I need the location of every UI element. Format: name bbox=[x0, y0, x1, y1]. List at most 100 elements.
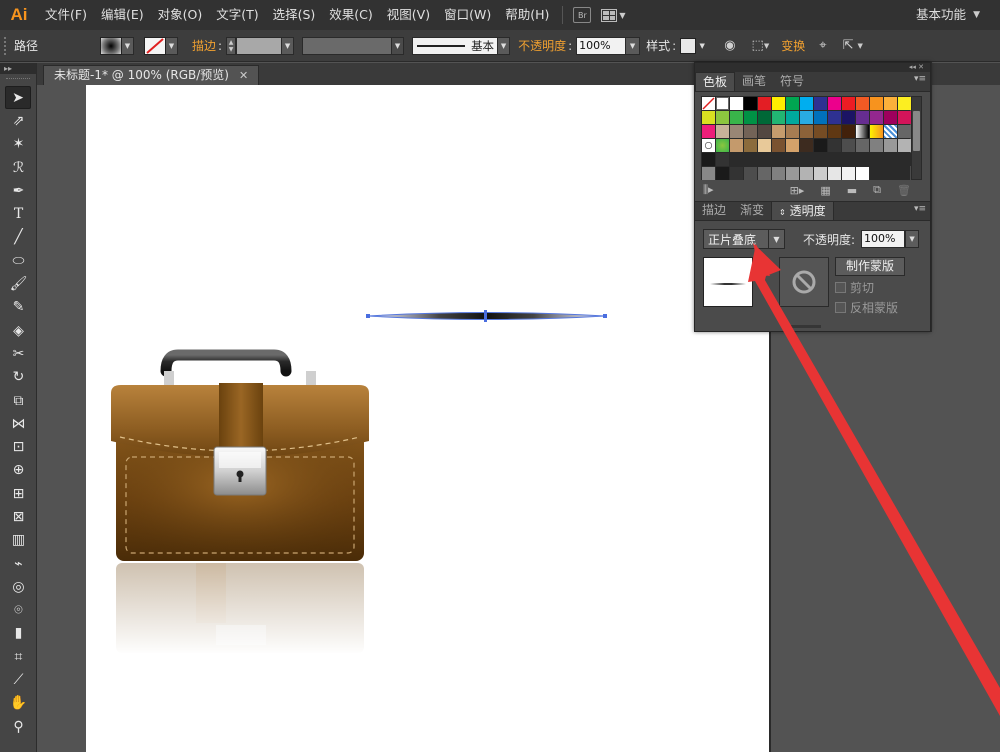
ellipse-tool-icon[interactable]: ⬭ bbox=[0, 249, 37, 272]
bridge-button[interactable]: Br bbox=[573, 7, 592, 23]
menu-type[interactable]: 文字(T) bbox=[209, 0, 265, 30]
type-tool-icon[interactable]: T bbox=[0, 202, 37, 225]
column-graph-tool-icon[interactable]: ▮ bbox=[0, 622, 37, 645]
tools-collapse-icon[interactable]: ▸▸ bbox=[0, 63, 36, 74]
menu-select[interactable]: 选择(S) bbox=[266, 0, 323, 30]
paintbrush-tool-icon[interactable]: 🖌 bbox=[0, 272, 37, 295]
hand-tool-icon[interactable]: ✋ bbox=[0, 692, 37, 715]
tools-grip[interactable] bbox=[6, 78, 30, 86]
shape-builder-tool-icon[interactable]: ⊕ bbox=[0, 459, 37, 482]
menu-window[interactable]: 窗口(W) bbox=[437, 0, 498, 30]
stroke-label[interactable]: 描边 bbox=[192, 37, 216, 54]
isolate-object-icon[interactable]: ⌖ bbox=[819, 38, 826, 53]
free-transform-tool-icon[interactable]: ⊡ bbox=[0, 435, 37, 458]
invert-mask-checkbox[interactable] bbox=[835, 302, 846, 313]
brush-definition[interactable]: 基本 bbox=[412, 36, 499, 55]
pen-tool-icon[interactable]: ✒ bbox=[0, 179, 37, 202]
stroke-weight-dropdown[interactable]: ▼ bbox=[282, 36, 295, 55]
graphic-style-swatch[interactable] bbox=[680, 37, 697, 54]
close-icon[interactable]: ✕ bbox=[239, 66, 248, 85]
menu-object[interactable]: 对象(O) bbox=[151, 0, 210, 30]
workspace-switcher[interactable]: 基本功能 bbox=[916, 0, 966, 30]
swatch-options-icon[interactable]: ▦ bbox=[820, 184, 830, 197]
arrange-documents-button[interactable]: ▼ bbox=[601, 8, 626, 22]
chevron-down-icon[interactable]: ▼ bbox=[764, 42, 769, 50]
opacity-label[interactable]: 不透明度 bbox=[518, 37, 566, 54]
direct-selection-tool-icon[interactable]: ⇗ bbox=[0, 109, 37, 132]
clip-checkbox-row[interactable]: 剪切 bbox=[835, 279, 905, 296]
tab-symbols[interactable]: 符号 bbox=[773, 72, 811, 91]
transform-label[interactable]: 变换 bbox=[781, 37, 805, 54]
perspective-grid-tool-icon[interactable]: ⊞ bbox=[0, 482, 37, 505]
opacity-input[interactable]: 100% bbox=[576, 36, 627, 55]
slice-tool-icon[interactable]: ⟋ bbox=[0, 668, 37, 691]
opacity-input[interactable]: 100% bbox=[861, 230, 906, 248]
swatch-scrollbar[interactable] bbox=[911, 96, 922, 180]
panel-menu-icon[interactable]: ⇱ bbox=[843, 38, 854, 53]
panel-collapse-icon[interactable]: ◂◂ ✕ bbox=[695, 63, 930, 72]
swatch-grid[interactable] bbox=[701, 96, 911, 180]
stroke-dropdown[interactable]: ▼ bbox=[166, 36, 178, 55]
scale-tool-icon[interactable]: ⧉ bbox=[0, 389, 37, 412]
align-options-icon[interactable]: ⬚ bbox=[752, 38, 764, 53]
artboard-tool-icon[interactable]: ⌗ bbox=[0, 645, 37, 668]
scissors-tool-icon[interactable]: ✂ bbox=[0, 342, 37, 365]
blend-mode-select[interactable]: 正片叠底 ▼ bbox=[703, 229, 785, 249]
mask-thumbnail[interactable] bbox=[779, 257, 829, 307]
eyedropper-tool-icon[interactable]: ⌁ bbox=[0, 552, 37, 575]
lasso-tool-icon[interactable]: ℛ bbox=[0, 156, 37, 179]
delete-swatch-icon[interactable]: 🗑 bbox=[897, 184, 911, 197]
tab-brushes[interactable]: 画笔 bbox=[735, 72, 773, 91]
new-color-group-icon[interactable]: ▬ bbox=[847, 184, 857, 197]
show-swatch-kinds-icon[interactable]: ⊞▸ bbox=[790, 184, 805, 197]
workspace-chevron-down-icon[interactable]: ▼ bbox=[973, 0, 980, 30]
recolor-artwork-icon[interactable]: ◉ bbox=[724, 38, 735, 53]
menu-effect[interactable]: 效果(C) bbox=[322, 0, 379, 30]
panel-menu-icon[interactable]: ▾≡ bbox=[914, 74, 926, 84]
new-swatch-icon[interactable]: ⧉ bbox=[873, 183, 881, 197]
line-tool-icon[interactable]: ╱ bbox=[0, 226, 37, 249]
tab-stroke[interactable]: 描边 bbox=[695, 201, 733, 220]
opacity-dropdown[interactable]: ▼ bbox=[905, 230, 920, 248]
make-mask-button[interactable]: 制作蒙版 bbox=[835, 257, 905, 276]
rotate-tool-icon[interactable]: ↻ bbox=[0, 366, 37, 389]
fill-color-swatch[interactable] bbox=[100, 36, 122, 55]
blob-brush-tool-icon[interactable]: ◈ bbox=[0, 319, 37, 342]
zoom-tool-icon[interactable]: ⚲ bbox=[0, 715, 37, 738]
swatch-library-icon[interactable]: ⫼▸ bbox=[703, 183, 714, 197]
stroke-weight-field[interactable] bbox=[236, 36, 283, 55]
tab-gradient[interactable]: 渐变 bbox=[733, 201, 771, 220]
magic-wand-tool-icon[interactable]: ✶ bbox=[0, 133, 37, 156]
width-profile-dropdown[interactable]: ▼ bbox=[392, 36, 405, 55]
panel-menu-icon[interactable]: ▾≡ bbox=[914, 204, 926, 214]
opacity-dropdown[interactable]: ▼ bbox=[626, 36, 641, 55]
variable-width-profile[interactable] bbox=[302, 36, 393, 55]
mesh-tool-icon[interactable]: ⊠ bbox=[0, 505, 37, 528]
stroke-weight-stepper[interactable]: ▲ ▼ bbox=[226, 36, 237, 55]
menu-help[interactable]: 帮助(H) bbox=[498, 0, 556, 30]
clip-checkbox[interactable] bbox=[835, 282, 846, 293]
tab-transparency[interactable]: ⇕ 透明度 bbox=[771, 201, 834, 220]
panel-resize-grip[interactable] bbox=[785, 325, 821, 328]
blend-tool-icon[interactable]: ◎ bbox=[0, 575, 37, 598]
selected-path[interactable] bbox=[366, 310, 607, 322]
graphic-style-dropdown[interactable]: ▼ bbox=[696, 37, 708, 55]
control-bar-grip[interactable] bbox=[4, 36, 10, 55]
gradient-tool-icon[interactable]: ▥ bbox=[0, 529, 37, 552]
chevron-down-icon[interactable]: ▼ bbox=[857, 42, 862, 50]
pencil-tool-icon[interactable]: ✎ bbox=[0, 296, 37, 319]
width-tool-icon[interactable]: ⋈ bbox=[0, 412, 37, 435]
menu-file[interactable]: 文件(F) bbox=[38, 0, 94, 30]
selection-tool-icon[interactable]: ➤ bbox=[5, 86, 31, 110]
tab-swatches[interactable]: 色板 bbox=[695, 72, 736, 91]
brush-dropdown[interactable]: ▼ bbox=[498, 36, 511, 55]
artboard[interactable] bbox=[86, 85, 769, 752]
symbol-sprayer-tool-icon[interactable]: ⌾ bbox=[0, 599, 37, 622]
invert-mask-checkbox-row[interactable]: 反相蒙版 bbox=[835, 299, 905, 316]
stroke-color-swatch[interactable] bbox=[144, 36, 166, 55]
fill-dropdown[interactable]: ▼ bbox=[122, 36, 134, 55]
document-tab[interactable]: 未标题-1* @ 100% (RGB/预览) ✕ bbox=[43, 65, 260, 85]
menu-view[interactable]: 视图(V) bbox=[380, 0, 437, 30]
menu-edit[interactable]: 编辑(E) bbox=[94, 0, 151, 30]
object-thumbnail[interactable] bbox=[703, 257, 753, 307]
